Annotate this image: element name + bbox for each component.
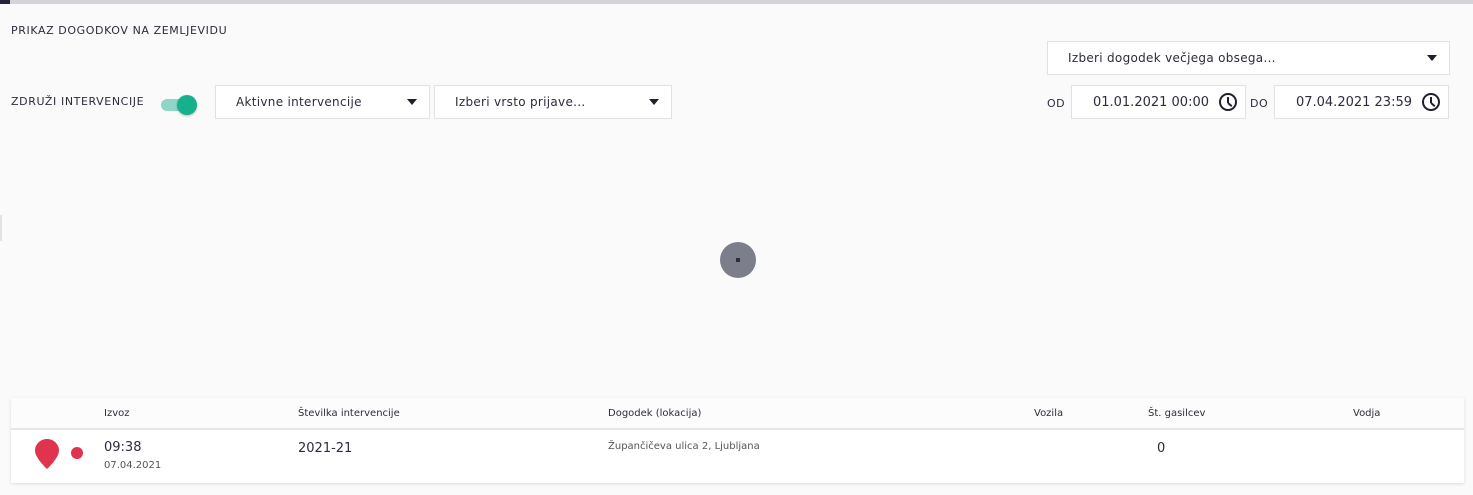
- merge-interventions-toggle[interactable]: [161, 95, 197, 115]
- column-header-leader[interactable]: Vodja: [1353, 408, 1380, 419]
- table-header: Izvoz Številka intervencije Dogodek (lok…: [11, 398, 1464, 430]
- row-firefighters: 0: [1157, 441, 1166, 456]
- from-label: OD: [1047, 97, 1066, 110]
- to-date-input[interactable]: 07.04.2021 23:59: [1274, 85, 1449, 119]
- column-header-location[interactable]: Dogodek (lokacija): [608, 408, 701, 419]
- from-date-value: 01.01.2021 00:00: [1092, 94, 1209, 110]
- top-bar: [0, 0, 1473, 4]
- column-header-izvoz[interactable]: Izvoz: [104, 408, 129, 419]
- row-location: Župančičeva ulica 2, Ljubljana: [608, 441, 760, 452]
- column-header-firefighters[interactable]: Št. gasilcev: [1148, 408, 1205, 419]
- edge-mark: [0, 215, 2, 241]
- clock-icon[interactable]: [1422, 93, 1440, 111]
- caret-down-icon: [407, 99, 417, 105]
- to-date-value: 07.04.2021 23:59: [1295, 94, 1412, 110]
- row-date: 07.04.2021: [104, 460, 162, 471]
- large-event-dropdown[interactable]: Izberi dogodek večjega obsega...: [1047, 41, 1450, 75]
- clock-icon[interactable]: [1219, 93, 1237, 111]
- map-pin-icon[interactable]: [35, 439, 59, 469]
- top-bar-accent: [0, 0, 10, 4]
- toggle-knob: [177, 95, 197, 115]
- column-header-number[interactable]: Številka intervencije: [298, 408, 400, 419]
- spinner-dot: [736, 258, 740, 262]
- status-dot: [71, 447, 83, 459]
- status-dropdown-label: Aktivne intervencije: [236, 95, 362, 109]
- caret-down-icon: [1427, 55, 1437, 61]
- table-row[interactable]: 09:38 07.04.2021 2021-21 Župančičeva uli…: [11, 432, 1464, 483]
- loading-spinner: [720, 242, 756, 278]
- status-dropdown[interactable]: Aktivne intervencije: [215, 85, 430, 119]
- row-number: 2021-21: [298, 441, 353, 456]
- from-date-input[interactable]: 01.01.2021 00:00: [1071, 85, 1246, 119]
- merge-interventions-label: ZDRUŽI INTERVENCIJE: [11, 95, 145, 108]
- row-time: 09:38: [104, 440, 142, 455]
- column-header-vehicles[interactable]: Vozila: [1034, 408, 1063, 419]
- large-event-dropdown-label: Izberi dogodek večjega obsega...: [1068, 51, 1276, 65]
- page-title: PRIKAZ DOGODKOV NA ZEMLJEVIDU: [11, 24, 228, 37]
- to-label: DO: [1250, 97, 1269, 110]
- interventions-table: Izvoz Številka intervencije Dogodek (lok…: [11, 398, 1464, 483]
- caret-down-icon: [649, 99, 659, 105]
- report-type-dropdown[interactable]: Izberi vrsto prijave...: [434, 85, 672, 119]
- report-type-dropdown-label: Izberi vrsto prijave...: [455, 95, 586, 109]
